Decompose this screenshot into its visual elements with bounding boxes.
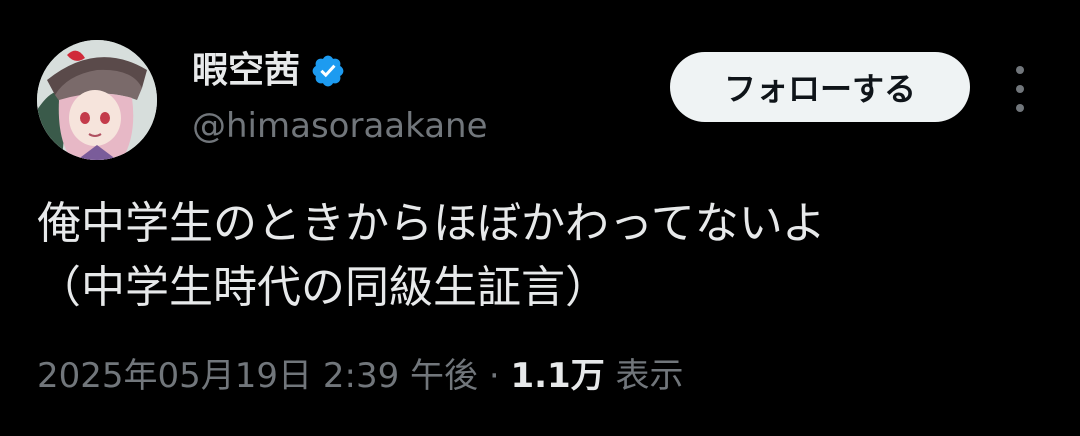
more-options-icon[interactable]: [1004, 66, 1036, 112]
user-handle[interactable]: @himasoraakane: [192, 100, 488, 152]
avatar-image: [37, 40, 157, 160]
verified-badge-icon[interactable]: [310, 53, 346, 89]
views-count[interactable]: 1.1万: [510, 356, 604, 396]
avatar[interactable]: [37, 40, 157, 160]
follow-button[interactable]: フォローする: [670, 52, 970, 122]
more-dot: [1016, 85, 1024, 93]
name-row: 暇空茜: [192, 44, 488, 98]
timestamp[interactable]: 2025年05月19日 2:39 午後: [37, 356, 478, 396]
display-name[interactable]: 暇空茜: [192, 44, 300, 98]
tweet-text-line: 俺中学生のときからほぼかわってないよ: [37, 198, 826, 249]
tweet-text-line: （中学生時代の同級生証言）: [37, 262, 609, 313]
views-label: 表示: [615, 356, 684, 396]
tweet-text: 俺中学生のときからほぼかわってないよ （中学生時代の同級生証言）: [37, 192, 1047, 320]
more-dot: [1016, 104, 1024, 112]
more-dot: [1016, 66, 1024, 74]
meta-separator: ·: [488, 356, 500, 396]
tweet-card: 暇空茜 @himasoraakane フォローする 俺中学生のときからほぼかわっ…: [0, 0, 1080, 436]
author-block: 暇空茜 @himasoraakane: [192, 44, 488, 152]
tweet-meta: 2025年05月19日 2:39 午後 · 1.1万 表示: [37, 350, 684, 402]
